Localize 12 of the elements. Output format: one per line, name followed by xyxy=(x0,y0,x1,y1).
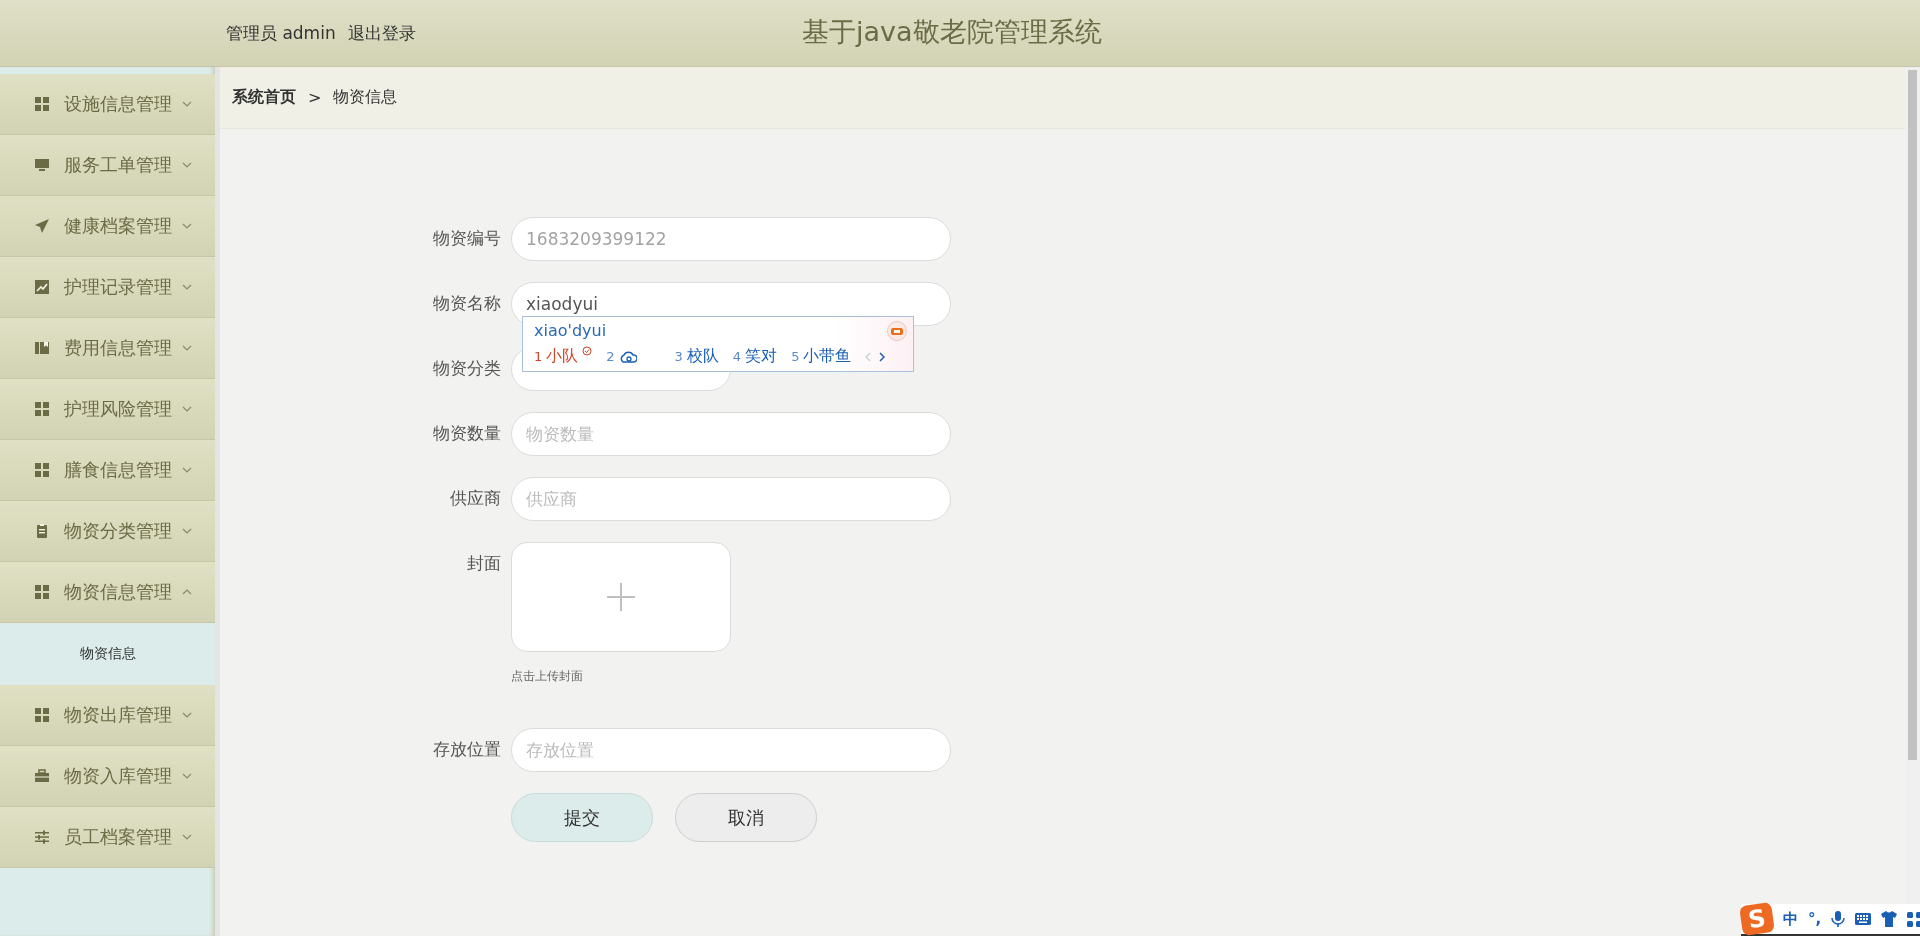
upload-hint: 点击上传封面 xyxy=(511,668,584,685)
field-label: 物资名称 xyxy=(432,292,501,315)
breadcrumb-separator: > xyxy=(308,87,322,107)
field-label: 物资编号 xyxy=(432,227,501,250)
field-label: 物资分类 xyxy=(432,357,501,380)
app-title: 基于java敬老院管理系统 xyxy=(802,15,1102,49)
field-label: 供应商 xyxy=(449,487,501,510)
field-label: 封面 xyxy=(466,552,501,575)
field-label: 物资数量 xyxy=(432,422,501,445)
field-label: 存放位置 xyxy=(432,738,501,761)
breadcrumb-current: 物资信息 xyxy=(333,86,398,108)
user-label: 管理员 admin xyxy=(226,21,336,45)
